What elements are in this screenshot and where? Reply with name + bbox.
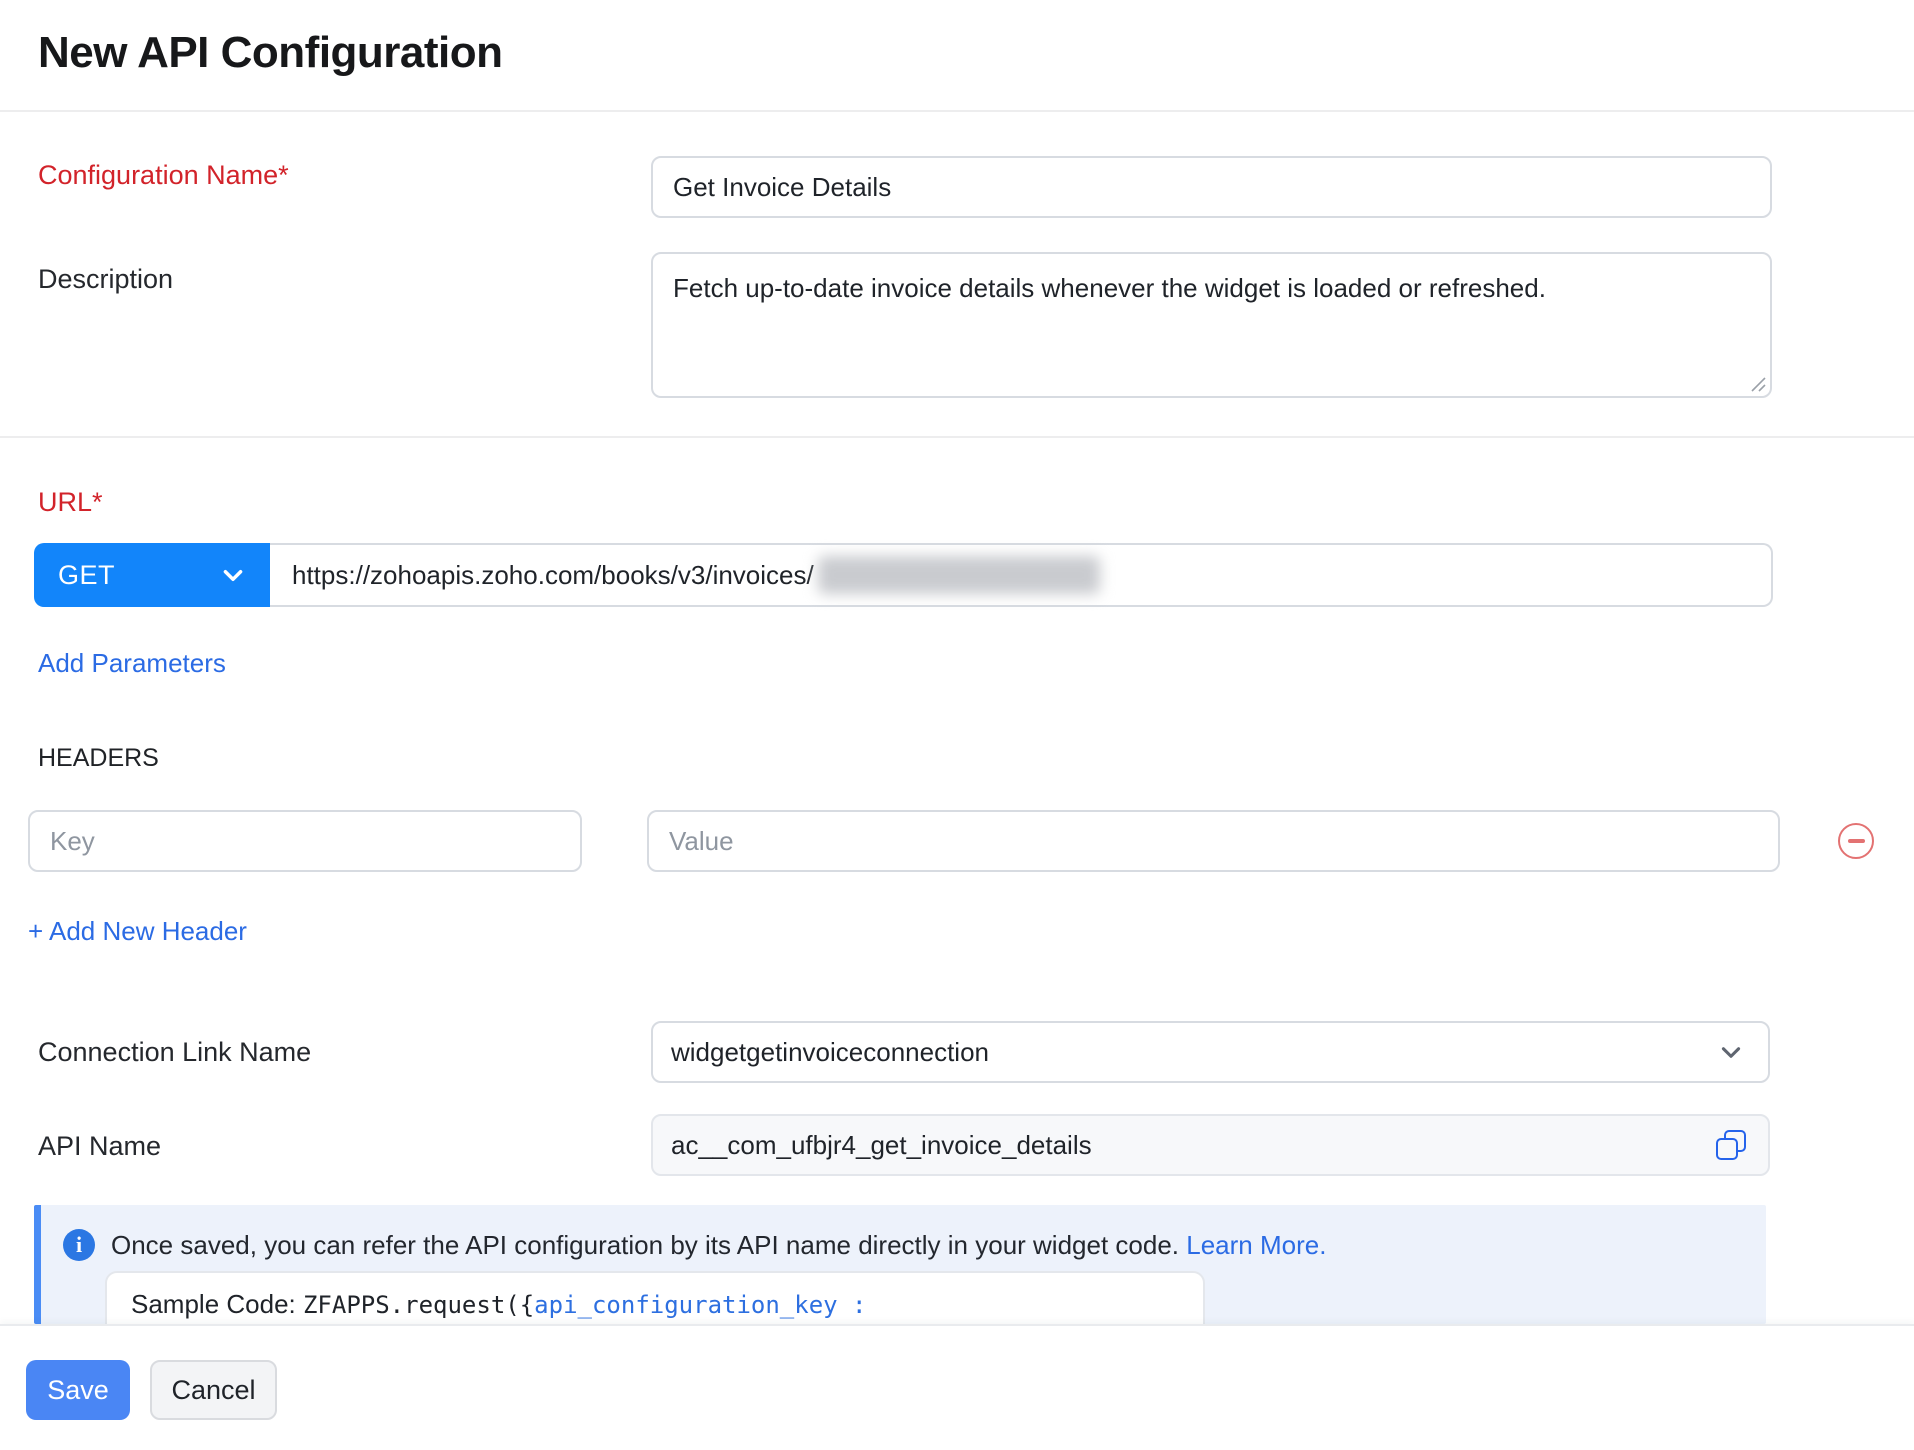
info-banner: i Once saved, you can refer the API conf… [34,1205,1766,1324]
sample-code-prefix: Sample Code: [131,1289,303,1319]
page-title: New API Configuration [38,28,503,78]
copy-button[interactable] [1714,1128,1748,1162]
configuration-name-input[interactable] [651,156,1772,218]
connection-link-name-value: widgetgetinvoiceconnection [671,1037,989,1068]
url-label: URL* [38,487,103,518]
api-name-field[interactable]: ac__com_ufbjr4_get_invoice_details [651,1114,1770,1176]
save-button[interactable]: Save [26,1360,130,1420]
sample-code-dark: ZFAPPS.request({ [303,1291,534,1319]
header-value-input[interactable] [647,810,1780,872]
sample-code-key: api_configuration_key : [534,1291,866,1319]
minus-icon [1848,839,1865,843]
new-api-configuration-modal: New API Configuration Configuration Name… [0,0,1914,1450]
chevron-down-icon [220,562,246,588]
description-label: Description [38,264,173,295]
learn-more-link[interactable]: Learn More. [1186,1230,1326,1260]
section-divider [0,436,1914,438]
redacted-invoice-id [818,556,1100,594]
connection-link-name-select[interactable]: widgetgetinvoiceconnection [651,1021,1770,1083]
description-textarea[interactable]: Fetch up-to-date invoice details wheneve… [651,252,1772,398]
header-key-input[interactable] [28,810,582,872]
cancel-button[interactable]: Cancel [150,1360,277,1420]
connection-link-name-label: Connection Link Name [38,1037,311,1068]
info-banner-message: Once saved, you can refer the API config… [111,1230,1179,1260]
info-icon: i [63,1229,95,1261]
api-name-label: API Name [38,1131,161,1162]
headers-section-title: HEADERS [38,744,159,773]
api-name-value: ac__com_ufbjr4_get_invoice_details [671,1130,1092,1161]
footer-bar: Save Cancel [0,1324,1914,1450]
add-new-header-link[interactable]: + Add New Header [28,916,247,947]
url-input[interactable]: https://zohoapis.zoho.com/books/v3/invoi… [270,543,1773,607]
configuration-name-label: Configuration Name* [38,160,289,191]
url-value: https://zohoapis.zoho.com/books/v3/invoi… [292,560,814,591]
add-parameters-link[interactable]: Add Parameters [38,648,226,679]
header-divider [0,110,1914,112]
http-method-value: GET [58,560,115,591]
remove-header-button[interactable] [1838,823,1874,859]
http-method-dropdown[interactable]: GET [34,543,270,607]
sample-code-box: Sample Code: ZFAPPS.request({api_configu… [105,1271,1205,1324]
chevron-down-icon [1718,1039,1744,1065]
